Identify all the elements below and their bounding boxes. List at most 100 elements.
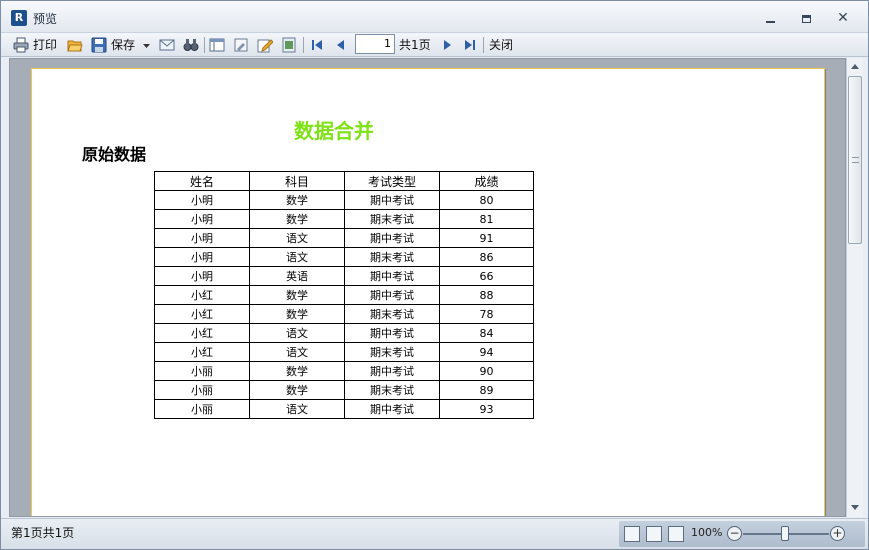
edit-icon[interactable]: [257, 37, 273, 53]
table-cell: 期末考试: [344, 342, 440, 362]
table-cell: 小明: [154, 228, 250, 248]
scroll-up-arrow-icon[interactable]: [851, 64, 859, 69]
table-row: 小明 英语 期中考试 66: [154, 266, 534, 286]
table-cell: 90: [439, 361, 534, 381]
table-row: 小明 语文 期中考试 91: [154, 228, 534, 248]
close-window-button[interactable]: ✕: [832, 9, 854, 27]
tools-icon[interactable]: [233, 37, 249, 53]
plus-icon: +: [832, 526, 843, 540]
table-cell: 期中考试: [344, 361, 440, 381]
view-icon[interactable]: [281, 37, 297, 53]
table-header-row: 姓名 科目 考试类型 成绩: [154, 171, 534, 191]
zoom-level: 100%: [691, 526, 723, 539]
table-cell: 84: [439, 323, 534, 343]
table-cell: 语文: [249, 342, 345, 362]
report-page: 数据合并 原始数据 姓名 科目 考试类型 成绩 小明 数学 期中考试 80 小明 数学期…: [31, 68, 825, 516]
table-row: 小明 数学 期中考试 80: [154, 190, 534, 210]
table-cell: 数学: [249, 209, 345, 229]
first-page-icon[interactable]: [309, 37, 325, 53]
minimize-icon: [765, 20, 775, 23]
scrollbar-thumb[interactable]: [848, 76, 862, 244]
toolbar-separator: [303, 37, 304, 53]
vertical-scrollbar[interactable]: [846, 58, 863, 517]
table-cell: 小丽: [154, 399, 250, 419]
table-cell: 语文: [249, 228, 345, 248]
preview-window: R 预览 ✕ 打印 保存 共1页 关闭 1 数据合并 原始数据 姓名 科目 考试…: [0, 0, 869, 550]
title-bar: R 预览 ✕: [1, 1, 868, 33]
scroll-down-arrow-icon[interactable]: [851, 505, 859, 510]
table-row: 小明 语文 期末考试 86: [154, 247, 534, 267]
table-cell: 数学: [249, 361, 345, 381]
table-cell: 期中考试: [344, 285, 440, 305]
table-cell: 88: [439, 285, 534, 305]
table-row: 小丽 语文 期中考试 93: [154, 399, 534, 419]
printer-icon[interactable]: [13, 37, 29, 53]
table-cell: 小明: [154, 266, 250, 286]
app-icon: R: [11, 10, 27, 26]
report-title: 数据合并: [294, 119, 374, 143]
table-row: 小红 语文 期中考试 84: [154, 323, 534, 343]
page-setup-icon[interactable]: [209, 37, 225, 53]
table-cell: 语文: [249, 399, 345, 419]
table-cell: 语文: [249, 247, 345, 267]
print-button[interactable]: 打印: [33, 35, 57, 55]
table-cell: 93: [439, 399, 534, 419]
status-bar: 第1页共1页 100% − +: [1, 518, 868, 549]
table-row: 小红 数学 期中考试 88: [154, 285, 534, 305]
page-total-label: 共1页: [399, 38, 431, 52]
table-cell: 78: [439, 304, 534, 324]
last-page-icon[interactable]: [462, 37, 478, 53]
table-row: 小红 数学 期末考试 78: [154, 304, 534, 324]
close-icon: ✕: [837, 10, 849, 26]
toolbar-separator: [204, 37, 205, 53]
column-header: 成绩: [439, 171, 534, 191]
table-cell: 期中考试: [344, 228, 440, 248]
table-cell: 小丽: [154, 380, 250, 400]
next-page-icon[interactable]: [439, 37, 455, 53]
save-dropdown-arrow-icon[interactable]: [143, 43, 151, 49]
binoculars-icon[interactable]: [183, 37, 199, 53]
minus-icon: −: [729, 526, 740, 540]
table-cell: 期中考试: [344, 266, 440, 286]
column-header: 科目: [249, 171, 345, 191]
table-cell: 期中考试: [344, 190, 440, 210]
table-cell: 数学: [249, 304, 345, 324]
table-cell: 数学: [249, 190, 345, 210]
fit-page-view-button[interactable]: [646, 526, 662, 542]
table-row: 小丽 数学 期中考试 90: [154, 361, 534, 381]
previous-page-icon[interactable]: [333, 37, 349, 53]
open-folder-icon[interactable]: [67, 37, 83, 53]
page-number-input[interactable]: 1: [355, 34, 395, 54]
save-button[interactable]: 保存: [111, 35, 135, 55]
mail-icon[interactable]: [159, 37, 175, 53]
zoom-out-button[interactable]: −: [727, 526, 742, 541]
page-status: 第1页共1页: [11, 526, 75, 540]
table-cell: 期末考试: [344, 304, 440, 324]
data-table: 姓名 科目 考试类型 成绩 小明 数学 期中考试 80 小明 数学 期末考试 81 小明 语文…: [154, 171, 534, 419]
toolbar: 打印 保存 共1页 关闭: [1, 33, 868, 57]
zoom-slider-thumb[interactable]: [781, 526, 789, 541]
table-cell: 期中考试: [344, 323, 440, 343]
table-cell: 80: [439, 190, 534, 210]
table-cell: 小丽: [154, 361, 250, 381]
preview-viewport: 数据合并 原始数据 姓名 科目 考试类型 成绩 小明 数学 期中考试 80 小明 数学期…: [9, 58, 846, 517]
maximize-button[interactable]: [795, 9, 817, 27]
save-icon[interactable]: [91, 37, 107, 53]
table-cell: 94: [439, 342, 534, 362]
table-cell: 数学: [249, 285, 345, 305]
single-page-view-button[interactable]: [624, 526, 640, 542]
multi-page-view-button[interactable]: [668, 526, 684, 542]
table-cell: 英语: [249, 266, 345, 286]
zoom-controls: 100% − +: [619, 521, 865, 547]
table-cell: 小明: [154, 190, 250, 210]
zoom-in-button[interactable]: +: [830, 526, 845, 541]
table-cell: 数学: [249, 380, 345, 400]
table-row: 小红 语文 期末考试 94: [154, 342, 534, 362]
section-title: 原始数据: [82, 145, 147, 164]
column-header: 姓名: [154, 171, 250, 191]
table-cell: 66: [439, 266, 534, 286]
grip-icon: [852, 157, 859, 163]
minimize-button[interactable]: [759, 9, 781, 27]
close-button[interactable]: 关闭: [489, 35, 513, 55]
table-cell: 小明: [154, 209, 250, 229]
